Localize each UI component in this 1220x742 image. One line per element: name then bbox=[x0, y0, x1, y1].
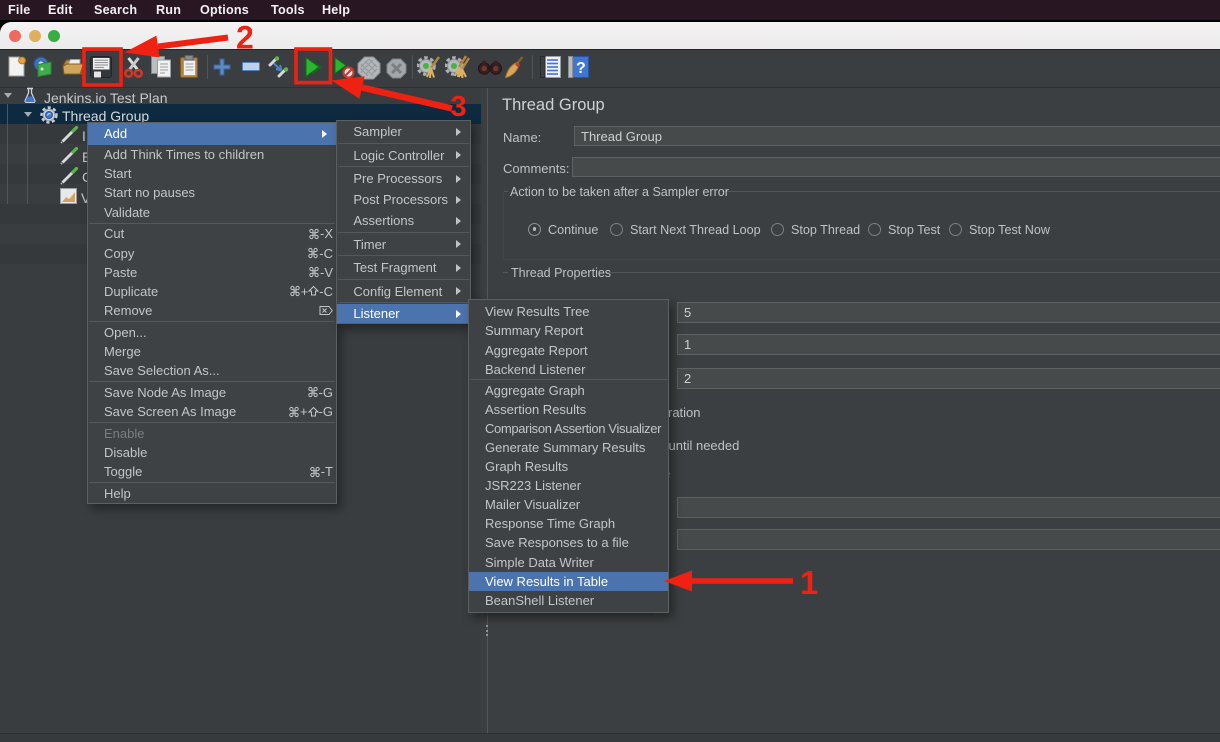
svg-text:?: ? bbox=[576, 60, 586, 77]
